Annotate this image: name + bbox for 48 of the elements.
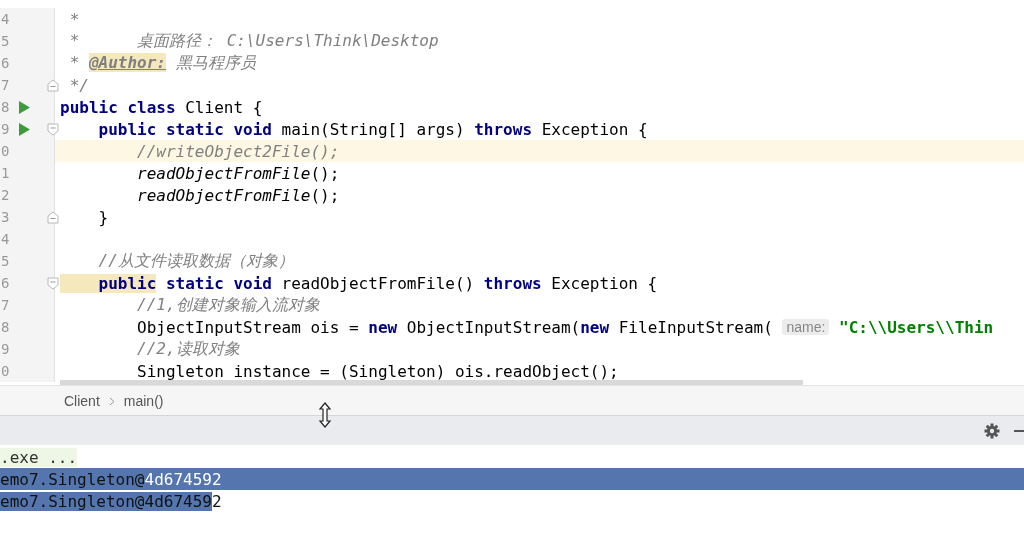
fold-icon[interactable] (47, 277, 59, 290)
line-number: 5 (1, 253, 10, 269)
line-number: 1 (1, 165, 10, 181)
line-number: 5 (1, 33, 10, 49)
code-text: * (68, 9, 80, 29)
line-number: 4 (1, 231, 10, 247)
line-number: 7 (1, 297, 10, 313)
code-text: * @Author: 黑马程序员 (68, 52, 256, 74)
code-text: "C:\\Users\\Thin (838, 317, 994, 337)
line-number: 8 (1, 319, 10, 335)
line-number: 9 (1, 121, 10, 137)
line-number: 4 (1, 11, 10, 27)
run-icon[interactable] (18, 123, 30, 136)
chevron-icon (108, 396, 115, 406)
code-text: //2,读取对象 (136, 338, 240, 360)
line-number: 8 (1, 99, 10, 115)
code-text: public static void readObjectFromFile() throws Exception { (60, 273, 658, 293)
breadcrumb-item[interactable]: Client (64, 393, 100, 409)
breadcrumb-item[interactable]: main() (123, 393, 164, 409)
code-text: readObjectFromFile(); (136, 163, 340, 183)
code-text: public class Client { (60, 97, 263, 117)
code-text: */ (68, 75, 89, 95)
settings-icon[interactable] (984, 422, 1000, 439)
code-text: //从文件读取数据（对象） (97, 250, 294, 272)
console-line: emo7.Singleton@4d674592 (0, 490, 223, 512)
code-text: ObjectInputStream ois = new ObjectInputStream(new FileInputStream( (136, 317, 774, 337)
line-number: 6 (1, 275, 10, 291)
code-text: * 桌面路径： C:\Users\Think\Desktop (68, 30, 439, 52)
line-number: 0 (1, 363, 10, 379)
line-number: 0 (1, 143, 10, 159)
fold-icon[interactable] (47, 79, 59, 92)
line-number: 7 (1, 77, 10, 93)
line-number: 9 (1, 341, 10, 357)
run-icon[interactable] (18, 101, 30, 114)
fold-icon[interactable] (47, 211, 59, 224)
line-number: 6 (1, 55, 10, 71)
code-text: } (97, 207, 109, 227)
minimize-icon[interactable] (1014, 429, 1024, 432)
code-text: readObjectFromFile(); (136, 185, 340, 205)
parameter-hint: name: (782, 319, 830, 335)
code-text: //1,创建对象输入流对象 (136, 294, 320, 316)
code-text: Singleton instance = (Singleton) ois.readObject(); (136, 361, 619, 381)
fold-icon[interactable] (47, 123, 59, 136)
line-number: 2 (1, 187, 10, 203)
horizontal-scrollbar[interactable] (60, 380, 803, 385)
code-text: //writeObject2File(); (136, 141, 340, 161)
line-number: 3 (1, 209, 10, 225)
code-text: public static void main(String[] args) throws Exception { (97, 119, 648, 139)
